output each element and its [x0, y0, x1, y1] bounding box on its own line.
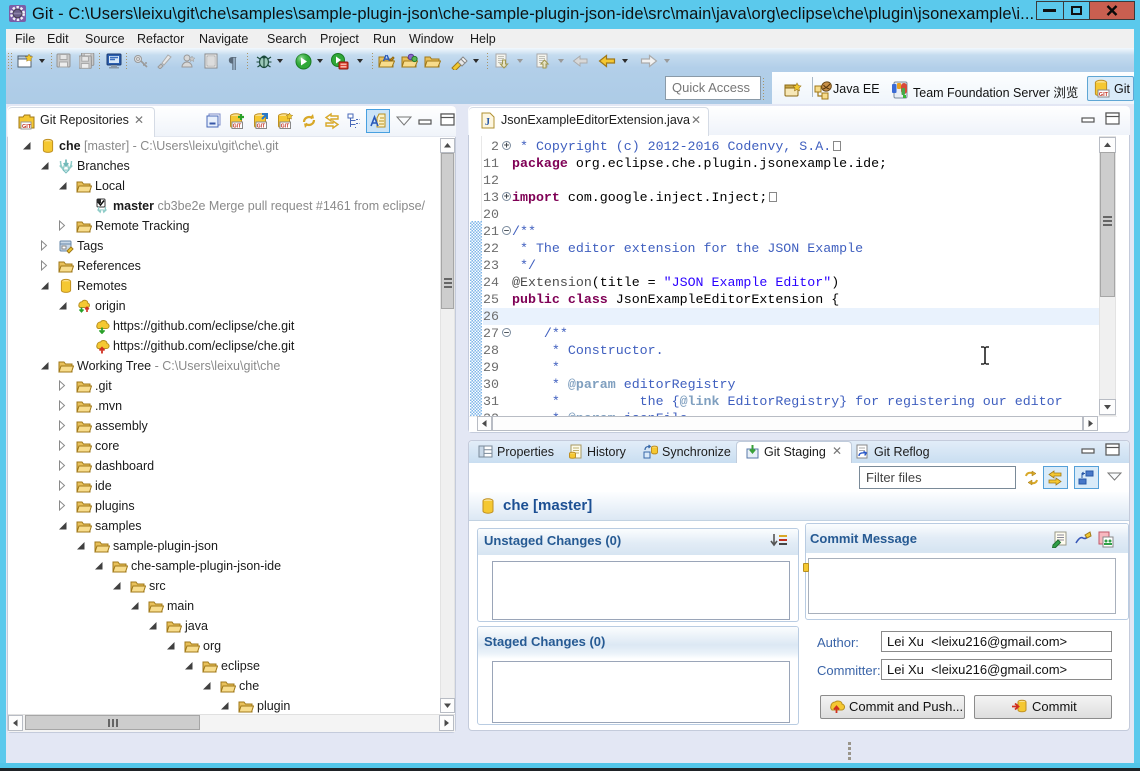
- svg-text:GIT: GIT: [233, 124, 241, 130]
- svg-text:GIT: GIT: [257, 124, 265, 130]
- svg-text:¶: ¶: [228, 53, 237, 70]
- svg-text:GIT: GIT: [1099, 92, 1109, 98]
- svg-text:GIT: GIT: [281, 124, 289, 130]
- svg-text:GIT: GIT: [22, 124, 32, 130]
- svg-text:J: J: [485, 117, 490, 128]
